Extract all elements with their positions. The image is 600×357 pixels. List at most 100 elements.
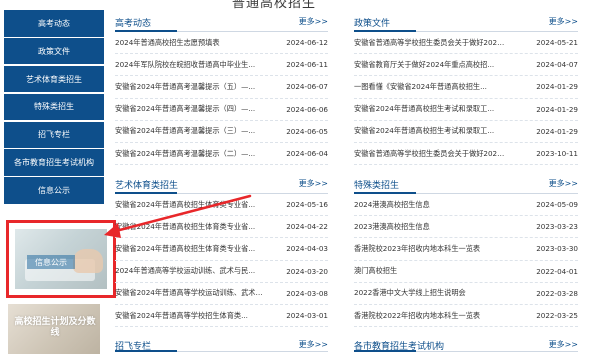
section-art-sports: 艺术体育类招生 更多>> 安徽省2024年普通高校招生体育类专业省... 2024… [115,175,328,328]
sidebar: 高考动态 政策文件 艺术体育类招生 特殊类招生 招飞专栏 各市教育招生考试机构 … [4,10,104,205]
title-underline [354,192,416,194]
item-date: 2024-04-22 [286,222,328,232]
title-underline [115,30,177,32]
list-item[interactable]: 2024年普通高校招生志愿预填表 2024-06-12 [115,32,328,55]
item-date: 2023-10-11 [536,149,578,159]
sidebar-item-policy[interactable]: 政策文件 [4,37,104,65]
more-link[interactable]: 更多>> [549,178,578,189]
item-date: 2024-01-29 [536,104,578,114]
item-title[interactable]: 安徽省2024年普通高校招生考试和录取工... [354,126,494,136]
list-item[interactable]: 安徽省2024年普通高校招生考试和录取工... 2024-01-29 [354,121,578,143]
more-link[interactable]: 更多>> [299,16,328,27]
item-title[interactable]: 2023港澳高校招生信息 [354,222,430,232]
item-date: 2022-04-01 [536,266,578,276]
list-item[interactable]: 安徽省2024年普通高等学校运动训练、武术与民... 2024-03-08 [115,283,328,305]
list-item[interactable]: 安徽省2024年普通高校招生考试和录取工... 2024-01-29 [354,99,578,121]
more-link[interactable]: 更多>> [549,16,578,27]
section-title: 高考动态 [115,19,152,29]
item-date: 2024-05-16 [286,200,328,210]
info-disclosure-label: 信息公示 [27,255,75,269]
more-link[interactable]: 更多>> [549,339,578,350]
more-link[interactable]: 更多>> [299,178,328,189]
item-date: 2024-01-29 [536,126,578,136]
item-title[interactable]: 安徽省普通高等学校招生委员会关于做好2024... [354,149,508,159]
list-item[interactable]: 澳门高校招生 2022-04-01 [354,261,578,283]
item-date: 2024-04-07 [536,60,578,70]
item-title[interactable]: 澳门高校招生 [354,266,397,276]
item-date: 2024-05-21 [536,38,578,48]
item-date: 2024-06-11 [286,60,328,70]
sidebar-item-pilot[interactable]: 招飞专栏 [4,121,104,149]
item-date: 2024-06-04 [286,149,328,159]
list-item[interactable]: 香港院校2023年招收内地本科生一览表 2023-03-30 [354,238,578,261]
page-title: 普通高校招生 [232,0,317,11]
title-underline [115,192,177,194]
item-title[interactable]: 安徽省2024年普通高校招生考试和录取工... [354,104,494,114]
sidebar-item-city-agencies[interactable]: 各市教育招生考试机构 [4,149,104,176]
item-title[interactable]: 安徽省2024年普通高校招生体育类专业省... [115,244,255,254]
list-item[interactable]: 一图看懂《安徽省2024年普通高校招生... 2024-01-29 [354,76,578,99]
item-title[interactable]: 安徽省2024年普通高考温馨提示（二）—... [115,149,255,159]
item-date: 2024-03-01 [286,311,328,321]
item-title[interactable]: 2024年普通高校招生志愿预填表 [115,38,220,48]
sidebar-item-public-info[interactable]: 信息公示 [4,177,104,204]
section-gaokao: 高考动态 更多>> 2024年普通高校招生志愿预填表 2024-06-12 202… [115,13,328,166]
list-item[interactable]: 2024年军队院校在皖招收普通高中毕业生... 2024-06-11 [115,54,328,77]
item-date: 2024-01-29 [536,82,578,92]
list-item[interactable]: 安徽省2024年普通高校招生体育类专业省... 2024-04-03 [115,238,328,261]
list-item[interactable]: 安徽省2024年普通高校招生体育类专业省... 2024-04-22 [115,216,328,239]
list-item[interactable]: 安徽省2024年普通高等学校招生体育类... 2024-03-01 [115,305,328,328]
admission-plan-banner[interactable]: 高校招生计划及分数线 [8,304,100,354]
section-title: 艺术体育类招生 [115,181,179,191]
item-title[interactable]: 安徽省2024年普通高校招生体育类专业省... [115,222,255,232]
section-header: 艺术体育类招生 更多>> [115,175,328,194]
list-item[interactable]: 2024年普通高等学校运动训练、武术与民... 2024-03-20 [115,261,328,283]
item-date: 2024-03-08 [286,288,328,298]
admission-plan-label: 高校招生计划及分数线 [14,317,96,338]
list-item[interactable]: 安徽省2024年普通高考温馨提示（二）—... 2024-06-04 [115,143,328,166]
item-title[interactable]: 安徽省2024年普通高校招生体育类专业省... [115,200,255,210]
list-item[interactable]: 香港院校2022年招收内地本科生一览表 2022-03-25 [354,305,578,328]
sidebar-item-special[interactable]: 特殊类招生 [4,93,104,121]
item-title[interactable]: 香港院校2023年招收内地本科生一览表 [354,244,480,254]
item-title[interactable]: 2024港澳高校招生信息 [354,200,430,210]
section-city-agencies: 各市教育招生考试机构 更多>> [354,337,578,352]
list-item[interactable]: 安徽省2024年普通高考温馨提示（五）—... 2024-06-07 [115,76,328,99]
section-title: 特殊类招生 [354,181,400,191]
info-disclosure-banner[interactable]: 信息公示 [6,220,116,298]
list-item[interactable]: 安徽省2024年普通高考温馨提示（四）—... 2024-06-06 [115,99,328,121]
list-item[interactable]: 2023港澳高校招生信息 2023-03-23 [354,216,578,239]
item-title[interactable]: 香港院校2022年招收内地本科生一览表 [354,311,480,321]
item-title[interactable]: 一图看懂《安徽省2024年普通高校招生... [354,82,487,92]
item-title[interactable]: 安徽省普通高等学校招生委员会关于做好2024... [354,38,508,48]
sidebar-item-gaokao[interactable]: 高考动态 [4,10,104,37]
list-item[interactable]: 2024港澳高校招生信息 2024-05-09 [354,194,578,217]
item-date: 2024-06-06 [286,104,328,114]
item-title[interactable]: 安徽省2024年普通高等学校运动训练、武术与民... [115,288,269,298]
list-item[interactable]: 安徽省普通高等学校招生委员会关于做好2024... 2023-10-11 [354,143,578,166]
title-underline [115,350,177,352]
item-title[interactable]: 2024年普通高等学校运动训练、武术与民... [115,266,255,276]
list-item[interactable]: 安徽省教育厅关于做好2024年重点高校招... 2024-04-07 [354,54,578,77]
item-title[interactable]: 安徽省2024年普通高考温馨提示（三）—... [115,126,255,136]
item-date: 2022-03-25 [536,311,578,321]
more-link[interactable]: 更多>> [299,339,328,350]
hand-shape [73,249,103,273]
sidebar-item-art-sports[interactable]: 艺术体育类招生 [4,65,104,93]
section-header: 政策文件 更多>> [354,13,578,32]
item-date: 2024-03-20 [286,266,328,276]
item-title[interactable]: 安徽省2024年普通高考温馨提示（五）—... [115,82,255,92]
item-title[interactable]: 安徽省2024年普通高等学校招生体育类... [115,311,248,321]
item-title[interactable]: 安徽省教育厅关于做好2024年重点高校招... [354,60,494,70]
item-date: 2024-05-09 [536,200,578,210]
list-item[interactable]: 安徽省2024年普通高考温馨提示（三）—... 2024-06-05 [115,121,328,143]
item-title[interactable]: 安徽省2024年普通高考温馨提示（四）—... [115,104,255,114]
item-date: 2024-06-05 [286,126,328,136]
item-title[interactable]: 2022香港中文大学线上招生说明会 [354,288,466,298]
item-title[interactable]: 2024年军队院校在皖招收普通高中毕业生... [115,60,255,70]
item-date: 2023-03-23 [536,222,578,232]
list-item[interactable]: 安徽省2024年普通高校招生体育类专业省... 2024-05-16 [115,194,328,217]
list-item[interactable]: 2022香港中文大学线上招生说明会 2022-03-28 [354,283,578,305]
section-pilot: 招飞专栏 更多>> [115,337,328,352]
list-item[interactable]: 安徽省普通高等学校招生委员会关于做好2024... 2024-05-21 [354,32,578,55]
